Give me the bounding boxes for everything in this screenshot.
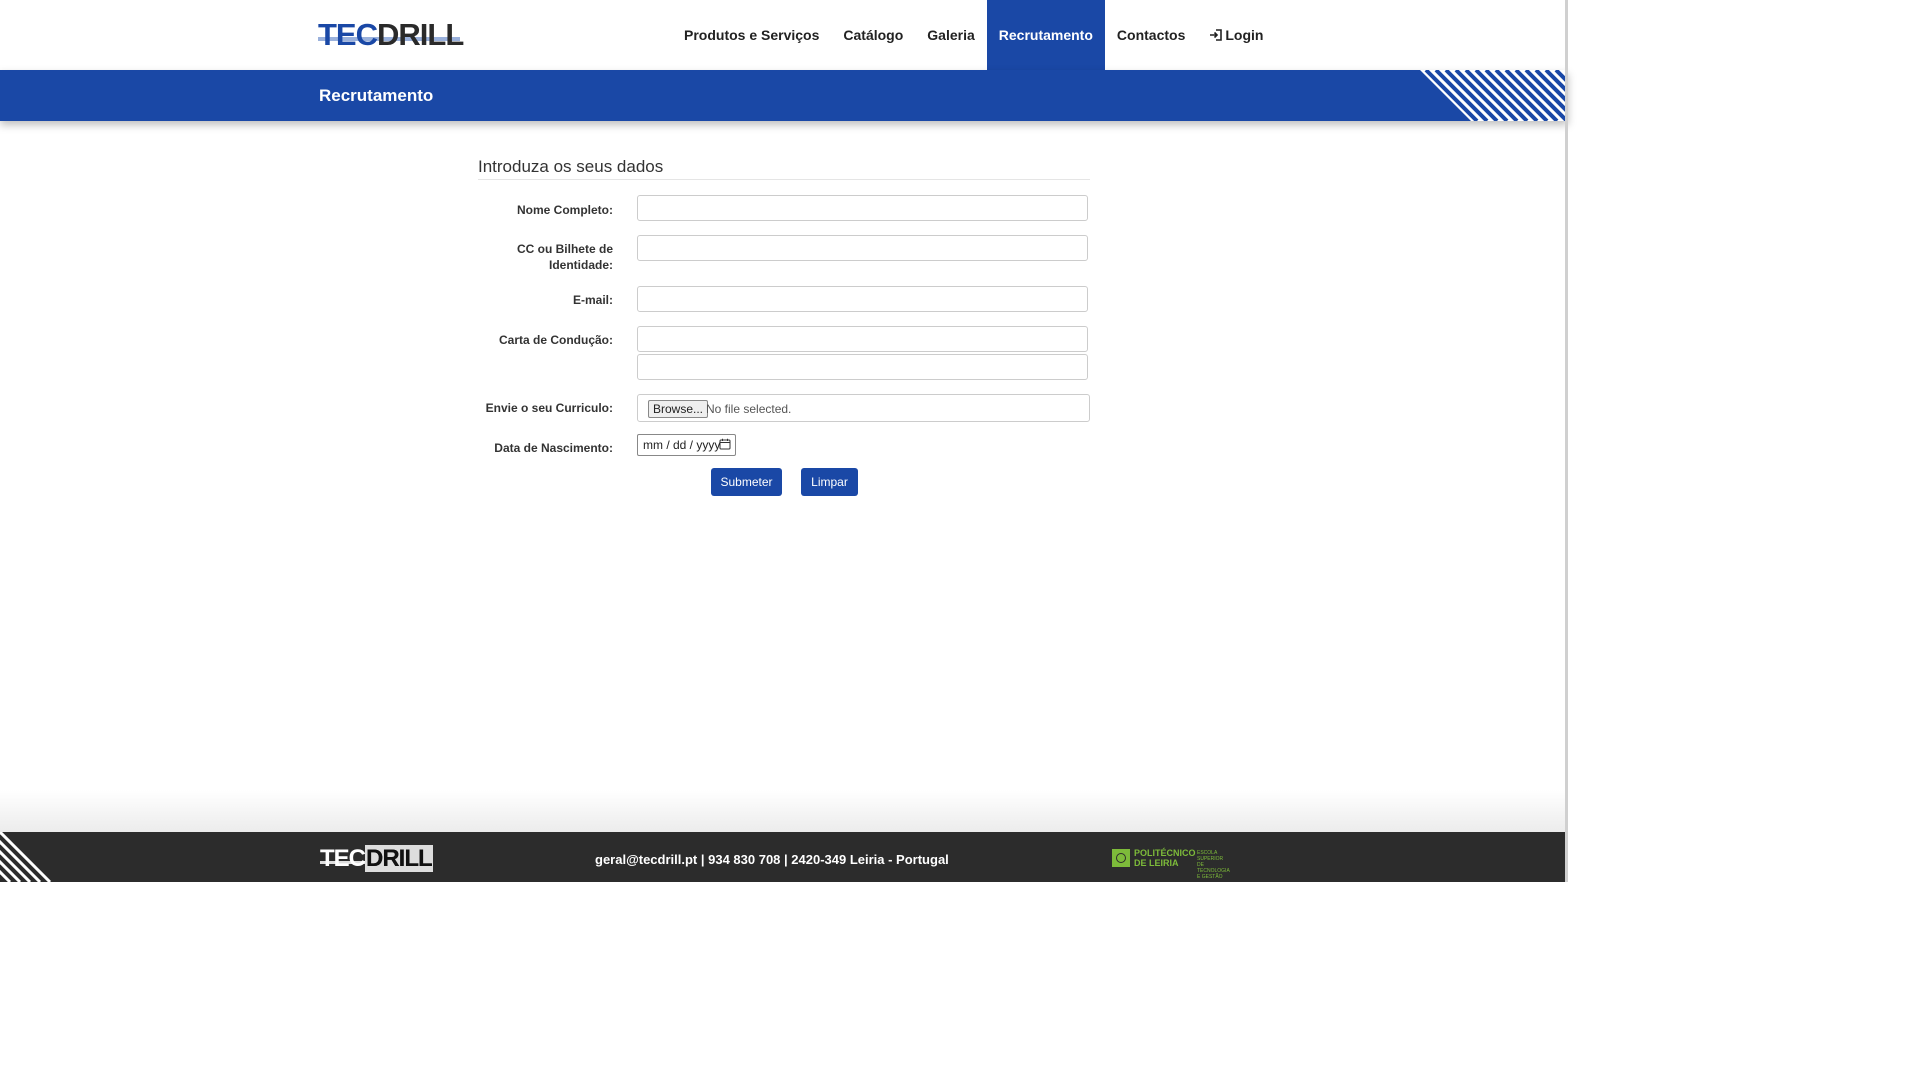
cc-bilhete-input[interactable] [637,235,1088,261]
footer-tecdrill-logo[interactable]: TECDRILL [320,845,433,872]
footer-logo-text-drill: DRILL [365,845,433,872]
carta-conducao-input-1[interactable] [637,326,1088,352]
browse-button[interactable]: Browse... [648,400,709,418]
page-banner: Recrutamento [0,70,1568,121]
nav-produtos-servicos[interactable]: Produtos e Serviços [672,0,831,70]
site-footer: TECDRILL geral@tecdrill.pt | 934 830 708… [0,832,1568,882]
page-title: Recrutamento [319,86,434,105]
recruitment-form: Introduza os seus dados Nome Completo: C… [478,150,1090,496]
file-status: No file selected. [706,402,792,416]
nav-contactos[interactable]: Contactos [1105,0,1197,70]
nav-login-label: Login [1225,27,1264,43]
label-nome-completo: Nome Completo: [517,203,613,217]
label-cc-bilhete: CC ou Bilhete de Identidade: [478,241,613,273]
nav-recrutamento[interactable]: Recrutamento [986,0,1105,70]
email-input[interactable] [637,286,1088,312]
politecnico-leiria-logo[interactable]: POLITÉCNICO DE LEIRIA ESCOLA SUPERIOR DE… [1112,847,1232,880]
footer-contact-info: geral@tecdrill.pt | 934 830 708 | 2420-3… [595,852,949,867]
logo-text-tec: TEC [318,17,378,52]
tecdrill-logo[interactable]: TECDRILL [318,17,464,52]
footer-shade [0,790,1568,832]
nav-galeria[interactable]: Galeria [915,0,986,70]
politecnico-line2: DE LEIRIA [1134,858,1179,868]
site-header: TECDRILL Produtos e Serviços Catálogo Ga… [0,0,1568,70]
submeter-button[interactable]: Submeter [711,468,782,496]
politecnico-sub3: E GESTÃO [1197,874,1223,880]
nav-catalogo[interactable]: Catálogo [831,0,915,70]
politecnico-line1: POLITÉCNICO [1134,848,1196,858]
vertical-scrollbar[interactable] [1565,0,1568,882]
data-nascimento-input[interactable]: mm / dd / yyyy [637,434,736,456]
banner-stripes-decoration [1420,70,1568,121]
label-curriculo: Envie o seu Curriculo: [485,401,613,415]
label-email: E-mail: [572,293,613,307]
footer-logo-text-tec: TEC [320,845,366,872]
politecnico-mark-icon [1112,849,1130,867]
nome-completo-input[interactable] [637,195,1088,221]
main-nav: Produtos e Serviços Catálogo Galeria Rec… [672,0,1275,70]
politecnico-sub2: DE TECNOLOGIA [1197,862,1230,874]
nav-login[interactable]: Login [1197,0,1275,70]
carta-conducao-input-2[interactable] [637,354,1088,380]
logo-text-drill: DRILL [377,17,464,52]
limpar-button[interactable]: Limpar [801,468,858,496]
label-cc-line2: Identidade: [548,258,613,272]
label-carta-conducao: Carta de Condução: [498,333,613,347]
footer-stripes-decoration [0,832,52,882]
label-cc-line1: CC ou Bilhete de [516,242,613,256]
login-icon [1210,29,1223,41]
curriculo-file-input[interactable]: Browse... No file selected. [637,394,1090,422]
form-heading: Introduza os seus dados [478,150,1090,180]
label-data-nascimento: Data de Nascimento: [494,441,613,455]
politecnico-sub1: ESCOLA SUPERIOR [1197,850,1224,862]
date-placeholder: mm / dd / yyyy [643,438,721,452]
calendar-icon[interactable] [719,438,731,450]
